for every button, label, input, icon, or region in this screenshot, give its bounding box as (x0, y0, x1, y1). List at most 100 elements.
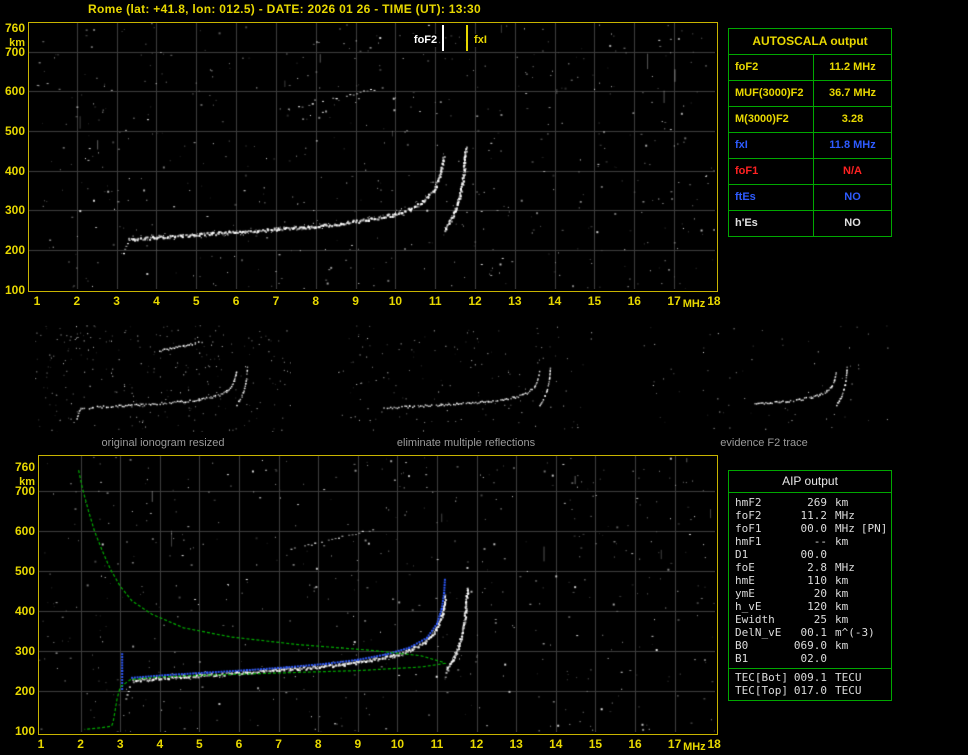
x-tick-label: 5 (196, 737, 203, 751)
aip-row-name: B1 (735, 652, 749, 665)
aip-row-unit: km (835, 574, 849, 587)
aip-row: B1 02.0 (735, 652, 891, 665)
y-tick-label: 760 (4, 21, 25, 35)
y-tick-label: 600 (4, 84, 25, 99)
aip-row-name: ymE (735, 587, 755, 600)
aip-row-value: 269 (807, 496, 827, 509)
top-ionogram-plot (28, 22, 718, 292)
aip-row-name: h_vE (735, 600, 762, 613)
y-tick-label: 100 (14, 724, 35, 738)
aip-row-name: hmF1 (735, 535, 762, 548)
aip-row-value: 11.2 (800, 509, 828, 522)
aip-output-rows: hmF2 269 km foF2 11.2 MHz foF1 00.0 MHz [PN] hmF1 -… (729, 493, 891, 700)
aip-row-name: hmF2 (735, 496, 762, 509)
bottom-ionogram-canvas (39, 456, 715, 732)
aip-row-name: DelN_vE (735, 626, 782, 639)
y-tick-label: 200 (14, 684, 35, 698)
aip-row: hmE 110 km (735, 574, 891, 587)
x-tick-label: 11 (428, 294, 442, 308)
aip-row-value: 009.1 (793, 671, 827, 684)
aip-row-value: 02.0 (800, 652, 828, 665)
top-ionogram-canvas (29, 23, 715, 289)
aip-row-unit: MHz (835, 509, 855, 522)
aip-row: hmF2 269 km (735, 496, 891, 509)
x-tick-label: 10 (388, 294, 403, 308)
x-tick-label: 4 (156, 737, 164, 751)
aip-row-note: [PN] (860, 522, 888, 535)
aip-row-value: 2.8 (807, 561, 827, 574)
x-tick-label: 2 (73, 294, 81, 308)
aip-row: ymE 20 km (735, 587, 891, 600)
aip-row-unit: TECU (835, 671, 862, 684)
aip-row: TEC[Top] 017.0 TECU (735, 684, 891, 697)
aip-row: DelN_vE 00.1 m^(-3) (735, 626, 891, 639)
autoscala-row: foF1 N/A (729, 159, 891, 185)
autoscala-row-label: h'Es (729, 211, 814, 236)
aip-row-unit: MHz (835, 522, 855, 535)
x-tick-label: 12 (468, 294, 482, 308)
aip-row: B0 069.0 km (735, 639, 891, 652)
aip-row-value: 110 (807, 574, 827, 587)
aip-row-name: TEC[Bot] (735, 671, 788, 684)
autoscala-row-value: 11.8 MHz (829, 139, 876, 151)
y-tick-label: 100 (4, 282, 25, 297)
aip-row-name: TEC[Top] (735, 684, 788, 697)
thumbnail-caption-no-multiples: eliminate multiple reflections (396, 437, 536, 449)
aip-row-value: -- (813, 535, 827, 548)
thumbnail-original-ionogram (35, 325, 291, 432)
autoscala-row-label: M(3000)F2 (729, 107, 814, 132)
thumbnail-no-multiples-canvas (338, 325, 594, 432)
thumbnail-caption-f2-trace: evidence F2 trace (720, 437, 808, 449)
aip-row-unit: km (835, 496, 849, 509)
aip-row-name: foF1 (735, 522, 762, 535)
x-tick-label: 15 (588, 737, 603, 751)
aip-row: D1 00.0 (735, 548, 891, 561)
autoscala-row-label: foF1 (729, 159, 814, 184)
x-tick-label: 9 (354, 737, 362, 751)
y-tick-label: 300 (14, 644, 35, 658)
y-tick-label: 500 (4, 124, 25, 139)
autoscala-row-label: MUF(3000)F2 (729, 81, 814, 106)
aip-row: TEC[Bot] 009.1 TECU (735, 671, 891, 684)
autoscala-row: fxI 11.8 MHz (729, 133, 891, 159)
x-tick-label: 12 (469, 737, 484, 751)
x-tick-label: 16 (628, 737, 642, 751)
aip-row-unit: km (835, 587, 849, 600)
aip-row-unit: MHz (835, 561, 855, 574)
aip-row: h_vE 120 km (735, 600, 891, 613)
aip-row-name: hmE (735, 574, 755, 587)
y-tick-label: 760 (14, 460, 35, 474)
autoscala-output-rows: foF2 11.2 MHz MUF(3000)F2 36.7 MHz M(3000)F2… (729, 55, 891, 236)
aip-row-value: 20 (813, 587, 827, 600)
x-tick-label: 2 (77, 737, 84, 751)
marker-label-fxi: fxI (472, 34, 489, 47)
autoscala-row-value: NO (844, 217, 861, 229)
autoscala-output-title: AUTOSCALA output (729, 29, 891, 55)
aip-row-unit: m^(-3) (835, 626, 875, 639)
autoscala-row: h'Es NO (729, 211, 891, 236)
aip-row-name: B0 (735, 639, 749, 652)
aip-row: Ewidth 25 km (735, 613, 891, 626)
aip-separator (729, 668, 891, 669)
y-tick-label: 200 (4, 243, 25, 258)
y-axis-unit-label: km (9, 37, 25, 49)
x-tick-label: 7 (275, 737, 282, 751)
autoscala-output-table: AUTOSCALA output foF2 11.2 MHz MUF(3000)F2… (728, 28, 892, 237)
aip-row: hmF1 -- km (735, 535, 891, 548)
x-tick-label: 8 (312, 294, 320, 308)
autoscala-row: ftEs NO (729, 185, 891, 211)
autoscala-row-label: fxI (729, 133, 814, 158)
aip-row: foE 2.8 MHz (735, 561, 891, 574)
x-tick-label: 1 (33, 294, 41, 308)
x-tick-label: 6 (232, 294, 240, 308)
x-tick-label: 5 (192, 294, 200, 308)
aip-output-table: AIP output hmF2 269 km foF2 11.2 MHz foF1 00.0 M… (728, 470, 892, 701)
autoscala-row-value: 36.7 MHz (828, 87, 877, 99)
x-tick-label: 13 (508, 294, 522, 308)
marker-line-fof2 (442, 25, 445, 51)
aip-row: foF1 00.0 MHz [PN] (735, 522, 891, 535)
autoscala-app-window: { "header": { "title": "Rome (lat: +41.8… (0, 0, 968, 755)
aip-row-value: 00.0 (800, 522, 828, 535)
aip-row-value: 069.0 (793, 639, 827, 652)
aip-row-value: 00.0 (800, 548, 828, 561)
